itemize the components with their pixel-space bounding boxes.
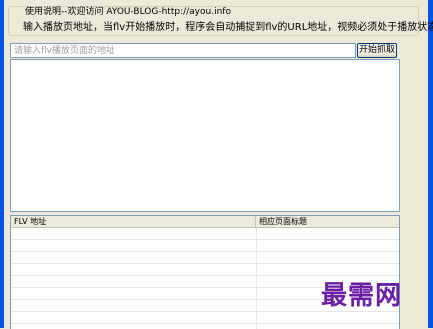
instructions-text: 输入播放页地址，当flv开始播放时，程序会自动捕捉到flv的URL地址，视频必须… [23, 22, 433, 33]
window-frame-left [0, 0, 4, 328]
column-divider [256, 228, 257, 329]
listview-header: FLV 地址 相应页面标题 [11, 216, 399, 228]
listview-rows [11, 228, 399, 329]
start-capture-button[interactable]: 开始抓取 [357, 43, 397, 58]
log-textarea[interactable] [10, 59, 400, 212]
instructions-groupbox: 使用说明--欢迎访问 AYOU-BLOG-http://ayou.info 输入… [8, 6, 433, 36]
column-flv-url[interactable]: FLV 地址 [11, 216, 256, 227]
flv-results-listview[interactable]: FLV 地址 相应页面标题 [10, 215, 400, 329]
groupbox-legend: 使用说明--欢迎访问 AYOU-BLOG-http://ayou.info [23, 7, 233, 17]
url-input[interactable] [10, 43, 356, 58]
watermark-logo: 最需网 [321, 281, 403, 311]
window-frame-right [428, 0, 433, 328]
column-page-title[interactable]: 相应页面标题 [256, 216, 399, 227]
